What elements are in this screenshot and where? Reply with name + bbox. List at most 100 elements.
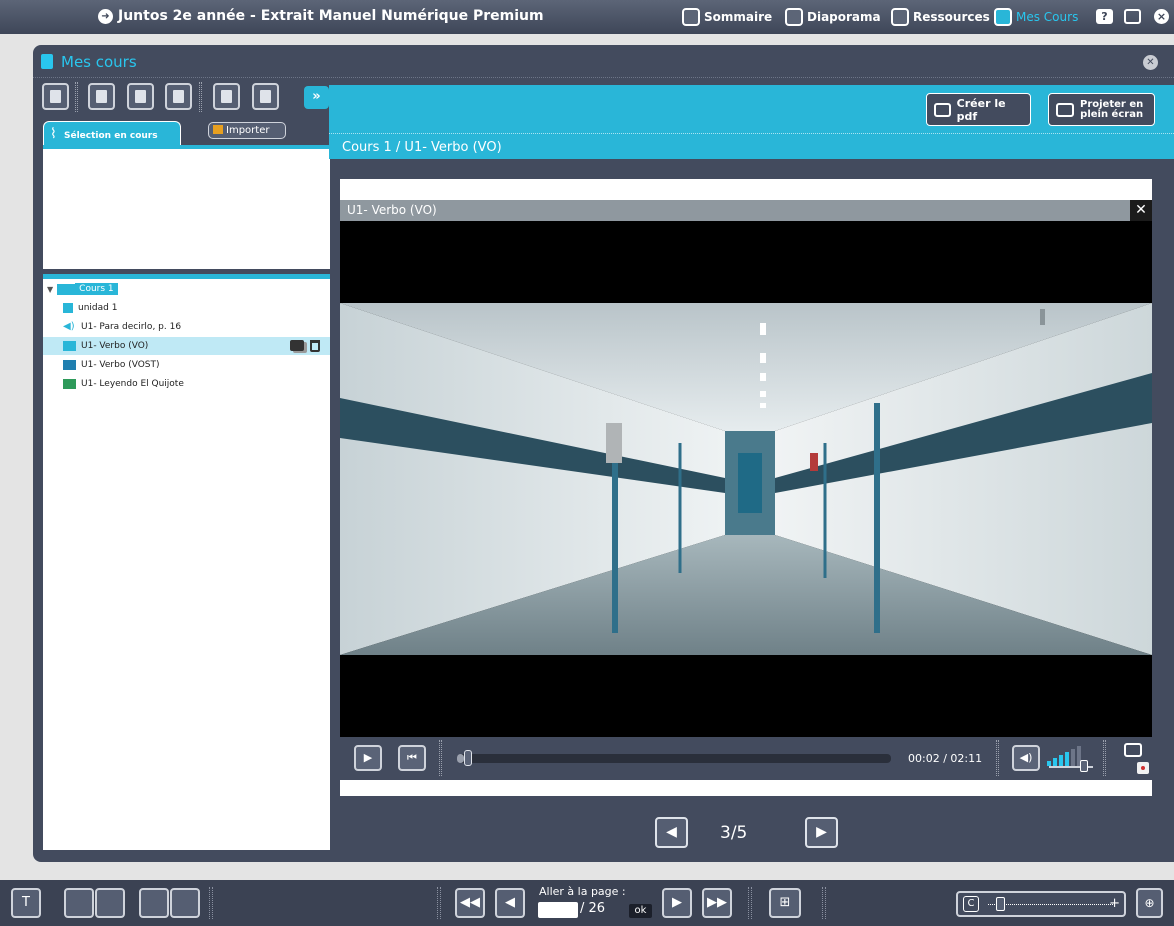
course-tree: ▼ Cours 1 unidad 1 ◀) U1- Para decirlo, … — [43, 274, 330, 850]
total-pages: / 26 — [580, 901, 606, 916]
nav-mes-cours[interactable]: Mes Cours — [994, 8, 1078, 26]
printer-icon — [934, 102, 951, 117]
thumbnails-grid-button[interactable]: ⊞ — [769, 888, 801, 918]
video-controls: ▶ ⏮ 00:02 / 02:11 ◀) — [340, 737, 1152, 780]
progress-handle[interactable] — [463, 750, 472, 766]
image-icon — [63, 379, 76, 389]
tree-item-selected[interactable]: U1- Verbo (VO) — [43, 337, 330, 355]
tree-item-label: U1- Verbo (VOST) — [81, 360, 160, 370]
last-page-button[interactable]: ▶▶ — [702, 888, 732, 918]
mask-zoom-button[interactable] — [170, 888, 200, 918]
tab-selection-en-cours[interactable]: ⌇ Sélection en cours — [43, 121, 181, 146]
slide-counter: 3/5 — [720, 823, 748, 843]
list-icon — [682, 8, 700, 26]
fullscreen-video-icon[interactable] — [1124, 743, 1142, 757]
video-frame-image — [340, 303, 1152, 655]
collapse-triangle-icon[interactable]: ▼ — [47, 285, 53, 294]
expand-button[interactable]: » — [304, 86, 329, 109]
video-close-icon[interactable]: ✕ — [1130, 200, 1152, 221]
import-page-button[interactable] — [213, 83, 240, 110]
breadcrumb: Cours 1 / U1- Verbo (VO) — [342, 140, 502, 155]
attach-button[interactable] — [88, 83, 115, 110]
help-icon[interactable]: ? — [1096, 9, 1113, 24]
tree-root-course[interactable]: ▼ Cours 1 — [43, 280, 330, 298]
text-tool-button[interactable]: T — [11, 888, 41, 918]
copy-icon[interactable] — [290, 340, 304, 351]
zoom-plus-icon[interactable]: + — [1109, 896, 1120, 912]
top-bar: ➜ Juntos 2e année - Extrait Manuel Numér… — [0, 0, 1174, 34]
circle-arrow-icon[interactable]: ➜ — [98, 8, 113, 24]
tree-item[interactable]: ◀) U1- Para decirlo, p. 16 — [43, 318, 330, 336]
notebook-icon — [41, 54, 53, 69]
zoom-handle[interactable] — [996, 897, 1005, 911]
zoom-in-button[interactable]: ⊕ — [1136, 888, 1163, 918]
video-title-bar: U1- Verbo (VO) ✕ — [340, 200, 1152, 221]
course-icon — [57, 283, 76, 295]
grid-icon — [785, 8, 803, 26]
prev-page-button[interactable]: ◀ — [495, 888, 525, 918]
panel-close-icon[interactable]: ✕ — [1143, 55, 1158, 70]
importer-button[interactable]: Importer — [208, 122, 286, 139]
next-slide-button[interactable]: ▶ — [805, 817, 838, 848]
zoom-select-button[interactable] — [95, 888, 125, 918]
progress-track[interactable] — [457, 750, 891, 766]
project-label: Projeter en plein écran — [1080, 99, 1144, 120]
tree-item-label: U1- Para decirlo, p. 16 — [81, 322, 182, 332]
bottom-separator — [822, 887, 826, 919]
controls-separator — [996, 740, 999, 776]
mask-rect-button[interactable] — [139, 888, 169, 918]
zoom-reset-icon[interactable]: C — [963, 896, 979, 912]
volume-level-bars[interactable] — [1047, 744, 1081, 766]
nav-ressources-label: Ressources — [913, 10, 990, 24]
nav-sommaire[interactable]: Sommaire — [682, 8, 772, 26]
volume-bar — [1059, 755, 1063, 766]
first-page-button[interactable]: ◀◀ — [455, 888, 485, 918]
controls-separator — [439, 740, 442, 776]
paperclip-icon: ⌇ — [50, 126, 57, 142]
project-fullscreen-button[interactable]: Projeter en plein écran — [1048, 93, 1155, 126]
import-icon — [213, 125, 223, 134]
next-page-button[interactable]: ▶ — [662, 888, 692, 918]
divider — [329, 133, 1174, 134]
nav-diaporama[interactable]: Diaporama — [785, 8, 881, 26]
volume-bar — [1071, 749, 1075, 766]
bottom-separator — [748, 887, 752, 919]
tree-item[interactable]: unidad 1 — [43, 299, 330, 317]
nav-diaporama-label: Diaporama — [807, 10, 881, 24]
goto-page-input[interactable] — [538, 902, 578, 918]
zoom-slider[interactable] — [988, 904, 1113, 905]
mes-cours-panel: Mes cours ✕ » ⌇ Sélection en cours Impor… — [33, 45, 1174, 862]
play-button[interactable]: ▶ — [354, 745, 382, 771]
tree-item-label: unidad 1 — [78, 303, 118, 313]
app-title-text: Juntos 2e année - Extrait Manuel Numériq… — [118, 8, 544, 24]
trash-icon[interactable] — [310, 340, 320, 352]
export-page-button[interactable] — [252, 83, 279, 110]
nav-ressources[interactable]: Ressources — [891, 8, 990, 26]
bottom-separator — [209, 887, 213, 919]
goto-ok-button[interactable]: ok — [629, 904, 652, 918]
add-course-button[interactable] — [42, 83, 69, 110]
row-tools — [290, 340, 320, 352]
notebook-icon — [994, 8, 1012, 26]
quiz-button[interactable] — [165, 83, 192, 110]
volume-handle[interactable] — [1080, 760, 1088, 772]
camera-button[interactable] — [127, 83, 154, 110]
project-label-line2: plein écran — [1080, 108, 1144, 120]
close-app-icon[interactable]: × — [1154, 9, 1169, 24]
tree-item[interactable]: U1- Verbo (VOST) — [43, 356, 330, 374]
content-header: Créer le pdf Projeter en plein écran Cou… — [329, 85, 1174, 159]
volume-button[interactable]: ◀) — [1012, 745, 1040, 771]
prev-slide-button[interactable]: ◀ — [655, 817, 688, 848]
rect-select-button[interactable] — [64, 888, 94, 918]
panel-header: Mes cours ✕ — [33, 45, 1174, 78]
folder-icon — [891, 8, 909, 26]
rewind-start-button[interactable]: ⏮ — [398, 745, 426, 771]
tree-item[interactable]: U1- Leyendo El Quijote — [43, 375, 330, 393]
video-screen[interactable] — [340, 221, 1152, 737]
create-pdf-button[interactable]: Créer le pdf — [926, 93, 1031, 126]
zoom-control: C + — [956, 891, 1126, 917]
app-title: ➜ Juntos 2e année - Extrait Manuel Numér… — [98, 8, 544, 24]
video-icon — [63, 341, 76, 351]
controls-separator — [1103, 740, 1106, 776]
fullscreen-icon[interactable] — [1124, 9, 1141, 24]
